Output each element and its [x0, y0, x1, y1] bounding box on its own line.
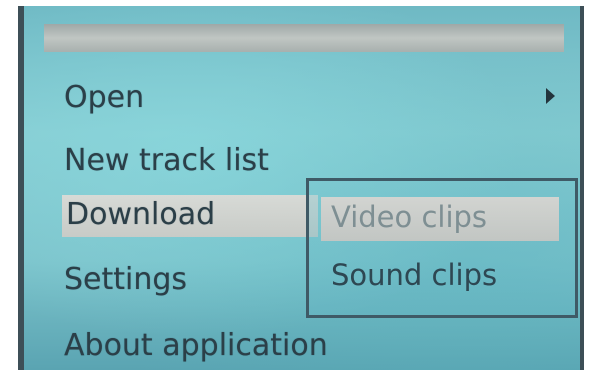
menu-item-settings[interactable]: Settings	[64, 260, 187, 300]
menu-item-label: Settings	[64, 262, 188, 297]
menu-item-new-track-list[interactable]: New track list	[64, 141, 269, 181]
menu-item-download[interactable]: Download	[62, 195, 318, 237]
menu-item-open[interactable]: Open	[64, 78, 144, 118]
download-submenu: Video clips Sound clips	[306, 178, 578, 318]
photo-frame: Open New track list Download Settings Ab…	[0, 0, 590, 376]
submenu-item-sound-clips[interactable]: Sound clips	[331, 255, 497, 295]
title-bar	[44, 24, 564, 52]
submenu-item-video-clips[interactable]: Video clips	[321, 197, 559, 241]
menu-item-label: New track list	[64, 143, 269, 178]
menu-item-label: About application	[64, 328, 328, 363]
menu-item-label: Open	[64, 80, 145, 115]
submenu-item-label: Video clips	[331, 200, 488, 234]
arrow-right-icon	[546, 88, 555, 104]
submenu-item-label: Sound clips	[331, 258, 498, 292]
phone-screen: Open New track list Download Settings Ab…	[18, 6, 584, 370]
menu-item-label: Download	[66, 197, 216, 232]
menu-item-about-application[interactable]: About application	[64, 326, 328, 366]
